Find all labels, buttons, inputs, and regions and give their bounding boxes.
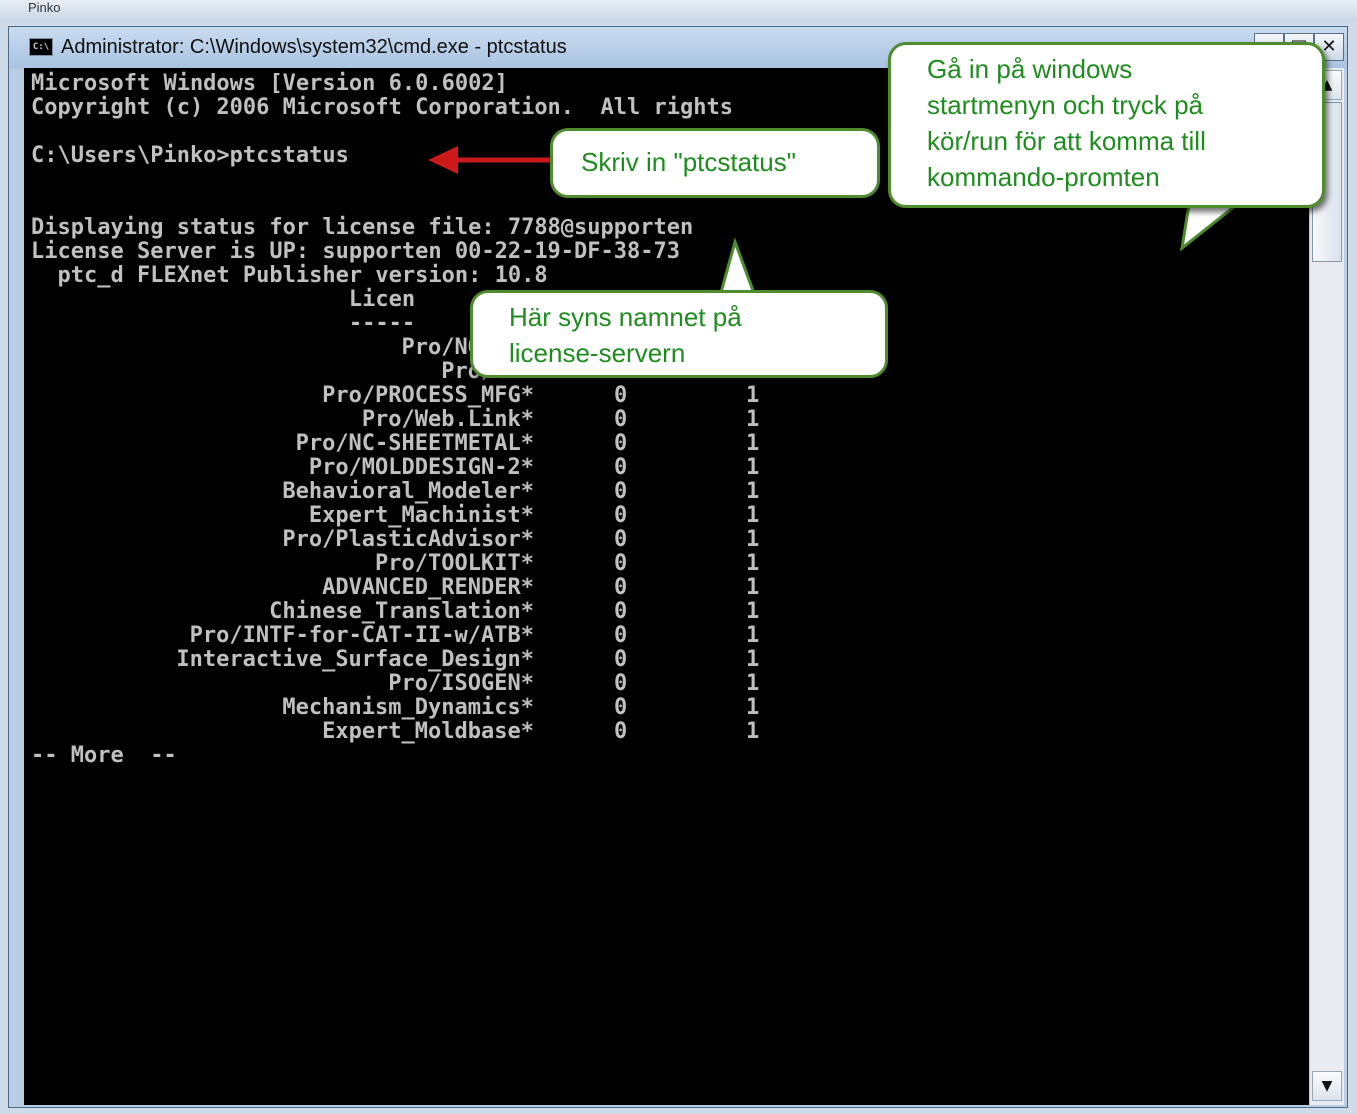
callout-start-line-3: kör/run för att komma till: [927, 126, 1206, 156]
license-used-count: 0: [614, 455, 628, 480]
red-arrow-icon: [428, 146, 550, 174]
scroll-down-button[interactable]: ▼: [1312, 1071, 1342, 1101]
license-feature-name: Pro/INTF-for-CAT-II-w/ATB*: [189, 623, 534, 648]
console-line: ptc_d FLEXnet Publisher version: 10.8: [31, 263, 548, 288]
license-row: Pro/PROCESS_MFG* 0 1: [24, 384, 824, 408]
license-row: Pro/Web.Link* 0 1: [24, 408, 824, 432]
background-window-strip: Pinko: [0, 0, 1357, 22]
callout-type-command-text: Skriv in "ptcstatus": [581, 147, 796, 177]
license-total-count: 1: [746, 551, 760, 576]
license-used-count: 0: [614, 623, 628, 648]
callout-server-name: Här syns namnet på license-servern: [470, 290, 888, 378]
callout-start-line-4: kommando-promten: [927, 162, 1160, 192]
cmd-icon: C:\: [29, 38, 53, 56]
callout-server-line-2: license-servern: [509, 338, 686, 368]
license-used-count: 0: [614, 383, 628, 408]
callout-start-line-2: startmenyn och tryck på: [927, 90, 1203, 120]
license-feature-name: Pro/TOOLKIT*: [375, 551, 534, 576]
license-row: Pro/MOLDDESIGN-2* 0 1: [24, 456, 824, 480]
license-used-count: 0: [614, 479, 628, 504]
license-feature-name: Pro/PlasticAdvisor*: [282, 527, 534, 552]
callout-server-line-1: Här syns namnet på: [509, 302, 742, 332]
license-row: Chinese_Translation* 0 1: [24, 600, 824, 624]
callout-tail-server: [718, 238, 758, 298]
license-used-count: 0: [614, 647, 628, 672]
license-total-count: 1: [746, 575, 760, 600]
more-prompt: -- More --: [31, 743, 177, 768]
license-used-count: 0: [614, 431, 628, 456]
callout-start-line-1: Gå in på windows: [927, 54, 1133, 84]
license-total-count: 1: [746, 599, 760, 624]
license-row: Behavioral_Modeler* 0 1: [24, 480, 824, 504]
console-line: C:\Users\Pinko>ptcstatus: [31, 143, 349, 168]
license-total-count: 1: [746, 527, 760, 552]
license-row: Expert_Machinist* 0 1: [24, 504, 824, 528]
license-used-count: 0: [614, 695, 628, 720]
license-row: Mechanism_Dynamics* 0 1: [24, 696, 824, 720]
license-row: Pro/NC-SHEETMETAL* 0 1: [24, 432, 824, 456]
license-used-count: 0: [614, 671, 628, 696]
license-feature-name: Expert_Machinist*: [308, 503, 534, 528]
license-feature-name: Behavioral_Modeler*: [282, 479, 534, 504]
license-feature-name: Pro/ISOGEN*: [388, 671, 534, 696]
vertical-scrollbar[interactable]: ▲ ▼: [1309, 68, 1344, 1105]
license-total-count: 1: [746, 407, 760, 432]
license-row: Pro/ISOGEN* 0 1: [24, 672, 824, 696]
console-line: Displaying status for license file: 7788…: [31, 215, 694, 240]
console-line: Microsoft Windows [Version 6.0.6002]: [31, 71, 508, 96]
license-total-count: 1: [746, 455, 760, 480]
window-title: Administrator: C:\Windows\system32\cmd.e…: [61, 36, 567, 58]
license-feature-name: Pro/MOLDDESIGN-2*: [308, 455, 534, 480]
license-used-count: 0: [614, 719, 628, 744]
license-total-count: 1: [746, 719, 760, 744]
license-row: Interactive_Surface_Design* 0 1: [24, 648, 824, 672]
license-row: ADVANCED_RENDER* 0 1: [24, 576, 824, 600]
license-used-count: 0: [614, 527, 628, 552]
console-line: License Server is UP: supporten 00-22-19…: [31, 239, 681, 264]
license-feature-name: Expert_Moldbase*: [322, 719, 534, 744]
license-total-count: 1: [746, 623, 760, 648]
console-line: -----: [31, 311, 416, 336]
callout-start-menu: Gå in på windows startmenyn och tryck på…: [888, 42, 1325, 208]
license-feature-name: Pro/Web.Link*: [361, 407, 534, 432]
license-total-count: 1: [746, 695, 760, 720]
license-used-count: 0: [614, 407, 628, 432]
console-line: Copyright (c) 2006 Microsoft Corporation…: [31, 95, 733, 120]
console-line: Licen: [31, 287, 416, 312]
license-total-count: 1: [746, 671, 760, 696]
license-used-count: 0: [614, 599, 628, 624]
license-feature-name: Interactive_Surface_Design*: [176, 647, 534, 672]
license-feature-name: Mechanism_Dynamics*: [282, 695, 534, 720]
license-total-count: 1: [746, 647, 760, 672]
license-row: Pro/PlasticAdvisor* 0 1: [24, 528, 824, 552]
license-feature-name: ADVANCED_RENDER*: [322, 575, 534, 600]
license-used-count: 0: [614, 575, 628, 600]
license-feature-name: Pro/NC-SHEETMETAL*: [295, 431, 534, 456]
license-total-count: 1: [746, 431, 760, 456]
license-feature-name: Pro/PROCESS_MFG*: [322, 383, 534, 408]
background-label: Pinko: [28, 0, 61, 15]
license-used-count: 0: [614, 503, 628, 528]
license-total-count: 1: [746, 383, 760, 408]
license-used-count: 0: [614, 551, 628, 576]
license-row: Expert_Moldbase* 0 1: [24, 720, 824, 744]
license-row: Pro/TOOLKIT* 0 1: [24, 552, 824, 576]
license-row: Pro/INTF-for-CAT-II-w/ATB* 0 1: [24, 624, 824, 648]
console-output[interactable]: Microsoft Windows [Version 6.0.6002] Copy…: [24, 68, 1309, 1105]
license-total-count: 1: [746, 479, 760, 504]
license-total-count: 1: [746, 503, 760, 528]
license-feature-name: Chinese_Translation*: [269, 599, 534, 624]
callout-type-command: Skriv in "ptcstatus": [550, 128, 880, 198]
